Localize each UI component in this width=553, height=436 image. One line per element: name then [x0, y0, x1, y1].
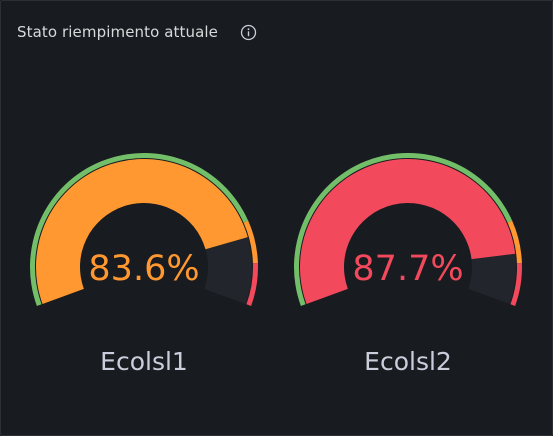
gauge-ecolsl1[interactable]: 83.6% Ecolsl1 — [14, 129, 274, 389]
gauge-panel: Stato riempimento attuale 83.6% Ecolsl1 … — [0, 0, 553, 436]
gauge-label: Ecolsl2 — [364, 347, 452, 376]
panel-title[interactable]: Stato riempimento attuale — [17, 23, 218, 41]
gauge-ecolsl2[interactable]: 87.7% Ecolsl2 — [278, 129, 538, 389]
info-circle-icon[interactable] — [240, 24, 257, 41]
gauge-value: 87.7% — [352, 249, 464, 289]
gauge-label: Ecolsl1 — [100, 347, 188, 376]
panel-header: Stato riempimento attuale — [17, 21, 257, 43]
gauge-value: 83.6% — [88, 249, 200, 289]
